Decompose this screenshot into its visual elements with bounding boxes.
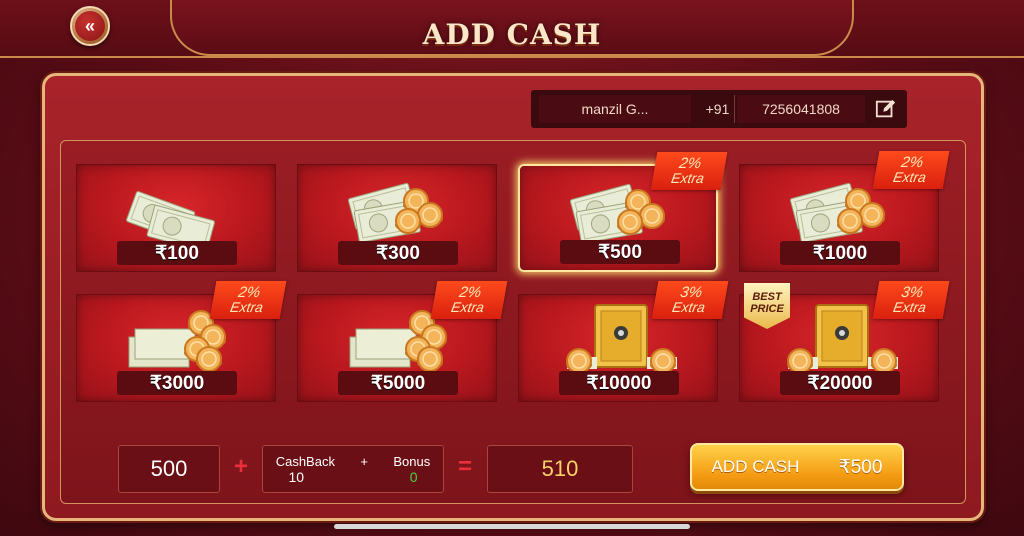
- best-price-line2: PRICE: [750, 303, 784, 315]
- home-indicator[interactable]: [334, 524, 690, 529]
- add-cash-button[interactable]: ADD CASH ₹500: [690, 443, 904, 491]
- extra-label: Extra: [892, 169, 928, 185]
- cashback-spacer: [355, 469, 359, 485]
- extra-label: Extra: [671, 299, 707, 315]
- extra-badge: 2% Extra: [650, 152, 728, 190]
- notes-icon: [117, 171, 237, 253]
- package-card[interactable]: ₹300: [297, 164, 497, 272]
- package-card[interactable]: ₹10000 3% Extra: [518, 281, 729, 402]
- page-title: ADD CASH: [422, 18, 602, 51]
- country-code: +91: [701, 95, 735, 123]
- package-card[interactable]: ₹100: [76, 164, 276, 272]
- package-card[interactable]: ₹20000 3% Extra BEST PRICE: [739, 281, 950, 402]
- equals-sign: =: [457, 453, 472, 480]
- notes-coins-icon: [338, 171, 458, 245]
- cashback-label: CashBack: [275, 453, 335, 469]
- cashback-value: 10: [288, 468, 305, 485]
- cashback-plus: +: [360, 453, 368, 469]
- add-cash-amount: ₹500: [838, 456, 883, 478]
- amount-input[interactable]: 500: [118, 445, 220, 493]
- package-amount: ₹500: [560, 240, 680, 264]
- extra-badge: 3% Extra: [872, 281, 950, 319]
- package-card[interactable]: ₹5000 2% Extra: [297, 281, 508, 402]
- extra-percent: 3%: [899, 284, 925, 301]
- package-amount: ₹300: [338, 241, 458, 265]
- extra-label: Extra: [670, 170, 706, 186]
- extra-percent: 3%: [678, 284, 704, 301]
- user-info-bar: manzil G... +91 7256041808: [531, 90, 907, 128]
- plus-sign: +: [233, 453, 248, 480]
- bonus-label: Bonus: [393, 453, 431, 469]
- extra-badge: 2% Extra: [209, 281, 287, 319]
- cashback-bonus-box: CashBack + Bonus 10 0: [262, 445, 444, 493]
- user-name: manzil G...: [539, 95, 691, 123]
- edit-icon: [875, 99, 896, 118]
- package-amount: ₹100: [117, 241, 237, 265]
- edit-user-button[interactable]: [873, 96, 899, 122]
- phone-number: 7256041808: [737, 95, 865, 123]
- package-card[interactable]: ₹1000 2% Extra: [739, 151, 950, 272]
- best-price-line1: BEST: [752, 291, 782, 303]
- package-amount: ₹1000: [780, 241, 900, 265]
- extra-badge: 2% Extra: [872, 151, 950, 189]
- bonus-value: 0: [409, 468, 418, 485]
- extra-percent: 2%: [457, 284, 483, 301]
- extra-label: Extra: [450, 299, 486, 315]
- extra-badge: 3% Extra: [651, 281, 729, 319]
- extra-percent: 2%: [677, 155, 703, 172]
- extra-label: Extra: [892, 299, 928, 315]
- package-card[interactable]: ₹3000 2% Extra: [76, 281, 287, 402]
- extra-percent: 2%: [236, 284, 262, 301]
- package-amount: ₹20000: [780, 371, 900, 395]
- package-amount: ₹10000: [559, 371, 679, 395]
- package-amount: ₹3000: [117, 371, 237, 395]
- extra-badge: 2% Extra: [430, 281, 508, 319]
- package-card[interactable]: ₹500 2% Extra: [518, 152, 728, 272]
- total-amount: 510: [487, 445, 633, 493]
- package-amount: ₹5000: [338, 371, 458, 395]
- extra-label: Extra: [229, 299, 265, 315]
- add-cash-label: ADD CASH: [711, 457, 800, 476]
- extra-percent: 2%: [899, 154, 925, 171]
